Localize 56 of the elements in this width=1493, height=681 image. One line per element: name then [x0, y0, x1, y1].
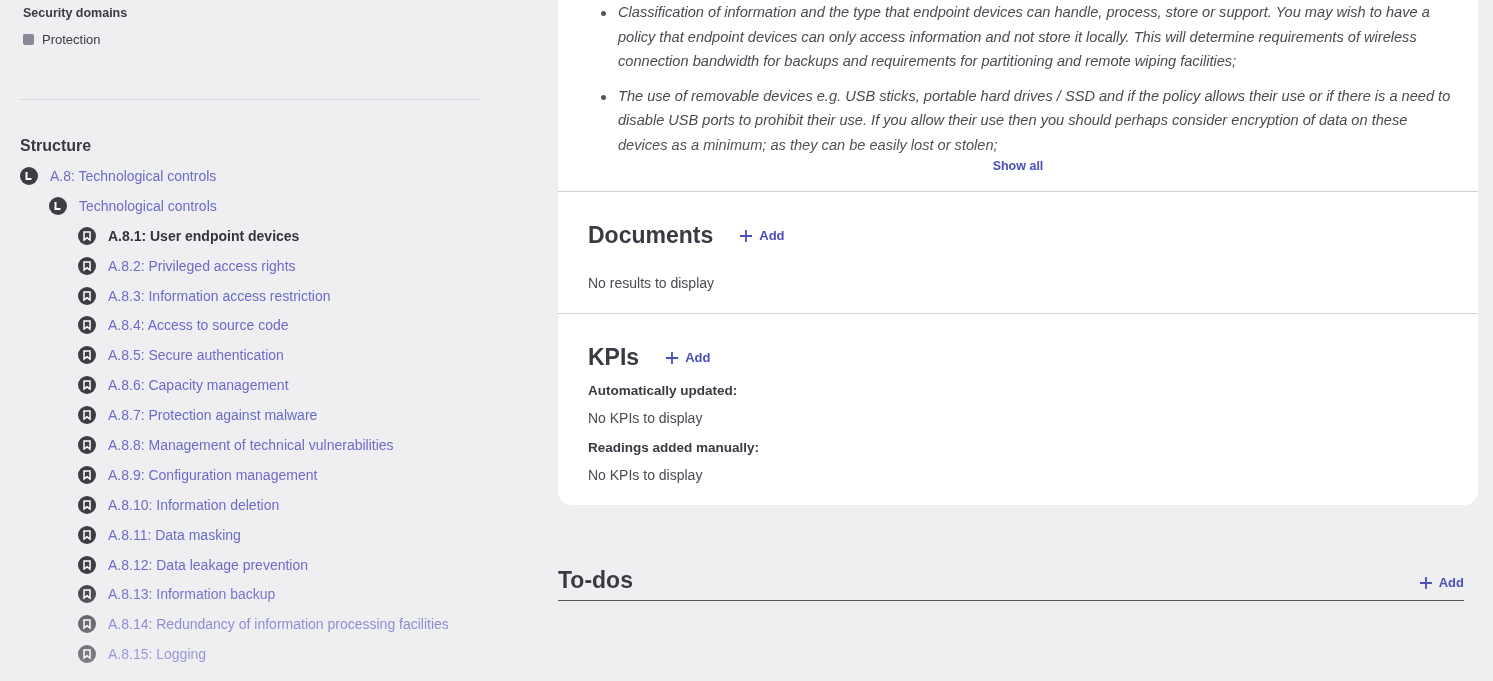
tree-item[interactable]: A.8.3: Information access restriction — [108, 287, 331, 304]
empty-message: No KPIs to display — [588, 467, 704, 483]
tree-item[interactable]: A.8.5: Secure authentication — [108, 347, 284, 364]
tree-item[interactable]: A.8.4: Access to source code — [108, 317, 289, 334]
tree-item[interactable]: A.8.10: Information deletion — [108, 496, 280, 513]
bookmark-icon — [78, 256, 96, 275]
bookmark-icon — [78, 645, 96, 664]
tree-item[interactable]: A.8.13: Information backup — [108, 586, 276, 603]
bookmark-icon — [78, 226, 96, 245]
add-button[interactable]: Add — [739, 228, 785, 243]
bullet-text: The use of removable devices e.g. USB sticks, portable hard drives / SSD and if the policy allows their use or if there is a need to disable USB ports to prohibit their use. If you allow their use then you should perhaps consider encryption of data on these devices as a minimum; as they can be easily lost or stolen; — [618, 86, 1452, 155]
bookmark-icon — [78, 316, 96, 335]
bookmark-icon — [78, 435, 96, 454]
bookmark-icon — [78, 525, 96, 544]
bookmark-icon — [78, 346, 96, 365]
bookmark-icon — [78, 406, 96, 425]
section-heading: To-dos — [558, 567, 633, 594]
tree-item[interactable]: Technological controls — [79, 197, 217, 214]
bullet-icon — [601, 94, 606, 100]
show-all-link[interactable]: Show all — [992, 159, 1044, 191]
section-title: Structure — [20, 137, 93, 155]
domain-label: Protection — [42, 32, 101, 47]
tree-item[interactable]: A.8.11: Data masking — [108, 526, 241, 543]
plus-icon — [739, 228, 754, 243]
group-label: Readings added manually: — [588, 440, 761, 455]
bullet-text: Classification of information and the type that endpoint devices can handle, process, store or support. You may wish to have a policy that endpoint devices can only access information and not store it locally. This will determine requirements of wireless connection bandwidth for backups and requirements for partitioning and remote wiping facilities; — [618, 3, 1431, 71]
add-button[interactable]: Add — [1418, 575, 1464, 590]
empty-message: No results to display — [588, 275, 716, 291]
tree-item[interactable]: A.8: Technological controls — [50, 167, 217, 184]
bookmark-icon — [78, 376, 96, 395]
node-icon — [49, 196, 67, 215]
section-title: Security domains — [23, 6, 129, 20]
tree-item[interactable]: A.8.12: Data leakage prevention — [108, 556, 309, 573]
section-heading: KPIs — [588, 344, 640, 371]
plus-icon — [665, 350, 680, 365]
tree-item[interactable]: A.8.7: Protection against malware — [108, 407, 318, 424]
plus-icon — [1418, 575, 1433, 590]
group-label: Automatically updated: — [588, 383, 739, 398]
tree-item[interactable]: A.8.2: Privileged access rights — [108, 257, 296, 274]
bullet-icon — [601, 11, 606, 16]
bookmark-icon — [78, 615, 96, 634]
bookmark-icon — [78, 465, 96, 484]
bookmark-icon — [78, 286, 96, 305]
tree-item[interactable]: A.8.8: Management of technical vulnerabilities — [108, 436, 394, 453]
node-icon — [20, 166, 38, 185]
tree-item[interactable]: A.8.9: Configuration management — [108, 466, 318, 483]
tree-item[interactable]: A.8.14: Redundancy of information processing facilities — [108, 616, 449, 633]
section-heading: Documents — [588, 222, 714, 249]
bookmark-icon — [78, 555, 96, 574]
tree-item[interactable]: A.8.1: User endpoint devices — [108, 227, 300, 244]
bookmark-icon — [78, 585, 96, 604]
add-button[interactable]: Add — [665, 350, 711, 365]
tree-item[interactable]: A.8.6: Capacity management — [108, 377, 289, 394]
empty-message: No KPIs to display — [588, 410, 704, 426]
bookmark-icon — [78, 495, 96, 514]
tree-item[interactable]: A.8.15: Logging — [108, 646, 207, 663]
